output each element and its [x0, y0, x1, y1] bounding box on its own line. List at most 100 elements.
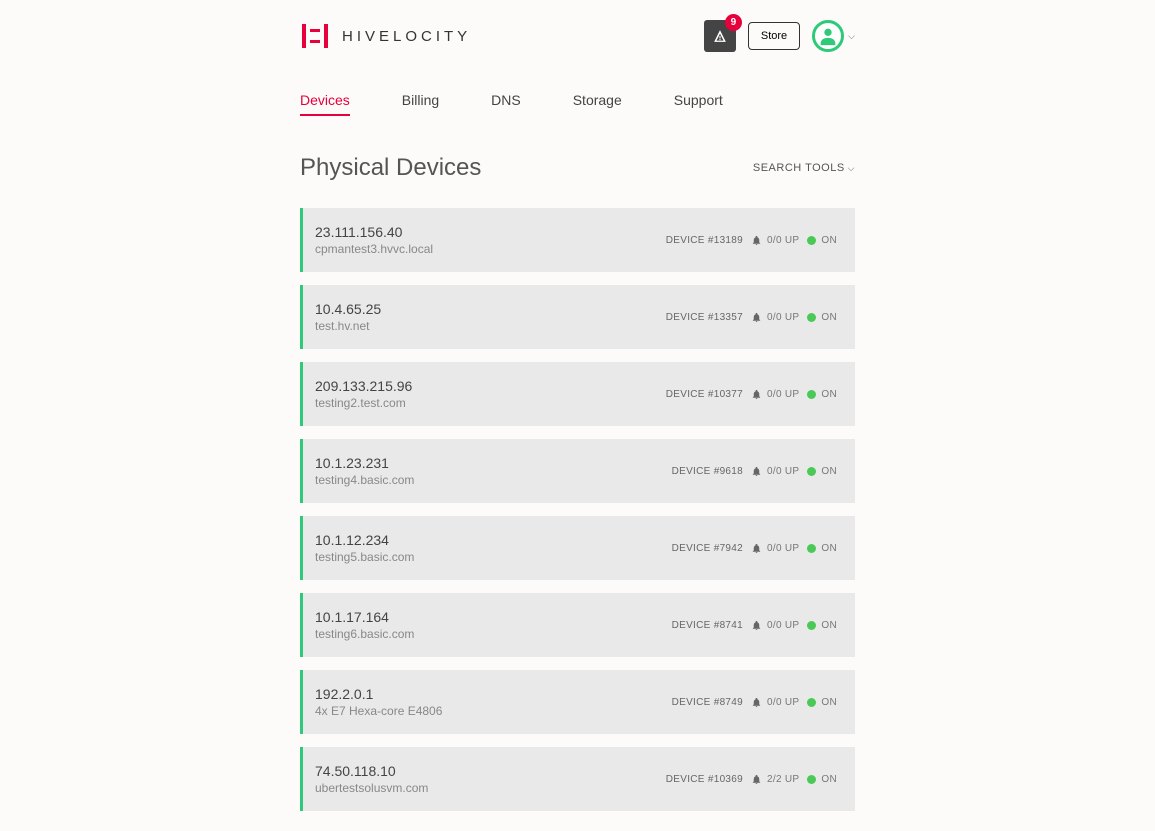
avatar: [812, 20, 844, 52]
logo-icon: [300, 21, 330, 51]
device-id-label: DEVICE #10369: [666, 774, 743, 785]
device-monitor-group: 0/0 UP: [751, 620, 799, 631]
device-hostname: testing2.test.com: [315, 396, 412, 410]
page-subheader: Physical Devices SEARCH TOOLS ⌵: [300, 154, 855, 182]
user-icon: [817, 25, 839, 47]
tab-billing[interactable]: Billing: [402, 92, 439, 116]
device-status-group: DEVICE #8749 0/0 UP ON: [672, 697, 837, 708]
device-monitor-group: 0/0 UP: [751, 543, 799, 554]
device-ip: 10.1.17.164: [315, 609, 414, 625]
status-dot-icon: [807, 313, 816, 322]
notification-badge: 9: [725, 14, 742, 31]
device-ip: 10.1.12.234: [315, 532, 414, 548]
device-hostname: 4x E7 Hexa-core E4806: [315, 704, 442, 718]
device-power-group: ON: [807, 543, 837, 554]
device-power-group: ON: [807, 312, 837, 323]
device-up-label: 0/0 UP: [767, 543, 799, 554]
page-header: HIVELOCITY 9 Store ⌵: [300, 20, 855, 52]
device-id-label: DEVICE #13189: [666, 235, 743, 246]
bell-icon: [751, 389, 762, 400]
device-up-label: 0/0 UP: [767, 389, 799, 400]
status-dot-icon: [807, 698, 816, 707]
chevron-down-icon: ⌵: [848, 31, 855, 42]
header-actions: 9 Store ⌵: [704, 20, 855, 52]
device-info: 10.4.65.25 test.hv.net: [315, 301, 381, 333]
device-status-label: ON: [821, 620, 837, 631]
search-tools-label: SEARCH TOOLS: [753, 162, 845, 174]
status-dot-icon: [807, 390, 816, 399]
device-row[interactable]: 23.111.156.40 cpmantest3.hvvc.local DEVI…: [300, 208, 855, 272]
device-ip: 10.1.23.231: [315, 455, 414, 471]
device-monitor-group: 2/2 UP: [751, 774, 799, 785]
device-row[interactable]: 192.2.0.1 4x E7 Hexa-core E4806 DEVICE #…: [300, 670, 855, 734]
device-status-group: DEVICE #10369 2/2 UP ON: [666, 774, 837, 785]
device-ip: 192.2.0.1: [315, 686, 442, 702]
notifications-button[interactable]: 9: [704, 20, 736, 52]
device-hostname: testing4.basic.com: [315, 473, 414, 487]
device-info: 10.1.12.234 testing5.basic.com: [315, 532, 414, 564]
device-up-label: 0/0 UP: [767, 697, 799, 708]
tab-devices[interactable]: Devices: [300, 92, 350, 116]
device-up-label: 0/0 UP: [767, 620, 799, 631]
device-power-group: ON: [807, 235, 837, 246]
device-status-label: ON: [821, 543, 837, 554]
bell-icon: [751, 235, 762, 246]
chevron-down-icon: ⌵: [848, 163, 855, 174]
device-list: 23.111.156.40 cpmantest3.hvvc.local DEVI…: [300, 208, 855, 811]
device-row[interactable]: 209.133.215.96 testing2.test.com DEVICE …: [300, 362, 855, 426]
device-hostname: ubertestsolusvm.com: [315, 781, 428, 795]
user-menu[interactable]: ⌵: [812, 20, 855, 52]
device-power-group: ON: [807, 620, 837, 631]
device-up-label: 0/0 UP: [767, 235, 799, 246]
device-row[interactable]: 74.50.118.10 ubertestsolusvm.com DEVICE …: [300, 747, 855, 811]
device-status-label: ON: [821, 466, 837, 477]
status-dot-icon: [807, 621, 816, 630]
device-info: 23.111.156.40 cpmantest3.hvvc.local: [315, 224, 433, 256]
logo[interactable]: HIVELOCITY: [300, 21, 471, 51]
device-status-group: DEVICE #13357 0/0 UP ON: [666, 312, 837, 323]
device-hostname: testing6.basic.com: [315, 627, 414, 641]
device-id-label: DEVICE #10377: [666, 389, 743, 400]
device-status-label: ON: [821, 697, 837, 708]
device-row[interactable]: 10.4.65.25 test.hv.net DEVICE #13357 0/0…: [300, 285, 855, 349]
bell-icon: [751, 774, 762, 785]
device-power-group: ON: [807, 466, 837, 477]
device-status-label: ON: [821, 235, 837, 246]
bell-icon: [751, 312, 762, 323]
device-monitor-group: 0/0 UP: [751, 312, 799, 323]
device-ip: 74.50.118.10: [315, 763, 428, 779]
logo-text: HIVELOCITY: [342, 28, 471, 45]
device-row[interactable]: 10.1.17.164 testing6.basic.com DEVICE #8…: [300, 593, 855, 657]
device-info: 74.50.118.10 ubertestsolusvm.com: [315, 763, 428, 795]
device-id-label: DEVICE #8741: [672, 620, 743, 631]
bell-icon: [751, 697, 762, 708]
device-status-label: ON: [821, 389, 837, 400]
tab-dns[interactable]: DNS: [491, 92, 521, 116]
device-status-group: DEVICE #8741 0/0 UP ON: [672, 620, 837, 631]
device-hostname: testing5.basic.com: [315, 550, 414, 564]
alert-icon: [713, 29, 727, 43]
device-up-label: 0/0 UP: [767, 312, 799, 323]
device-power-group: ON: [807, 389, 837, 400]
nav-tabs: Devices Billing DNS Storage Support: [300, 92, 855, 116]
search-tools-button[interactable]: SEARCH TOOLS ⌵: [753, 162, 855, 174]
device-status-group: DEVICE #7942 0/0 UP ON: [672, 543, 837, 554]
tab-support[interactable]: Support: [674, 92, 723, 116]
device-power-group: ON: [807, 697, 837, 708]
device-status-group: DEVICE #13189 0/0 UP ON: [666, 235, 837, 246]
tab-storage[interactable]: Storage: [573, 92, 622, 116]
device-row[interactable]: 10.1.12.234 testing5.basic.com DEVICE #7…: [300, 516, 855, 580]
device-hostname: cpmantest3.hvvc.local: [315, 242, 433, 256]
bell-icon: [751, 543, 762, 554]
device-id-label: DEVICE #7942: [672, 543, 743, 554]
device-info: 10.1.17.164 testing6.basic.com: [315, 609, 414, 641]
status-dot-icon: [807, 775, 816, 784]
bell-icon: [751, 620, 762, 631]
status-dot-icon: [807, 467, 816, 476]
page-title: Physical Devices: [300, 154, 481, 182]
device-id-label: DEVICE #13357: [666, 312, 743, 323]
store-button[interactable]: Store: [748, 22, 800, 50]
device-monitor-group: 0/0 UP: [751, 235, 799, 246]
device-ip: 209.133.215.96: [315, 378, 412, 394]
device-row[interactable]: 10.1.23.231 testing4.basic.com DEVICE #9…: [300, 439, 855, 503]
